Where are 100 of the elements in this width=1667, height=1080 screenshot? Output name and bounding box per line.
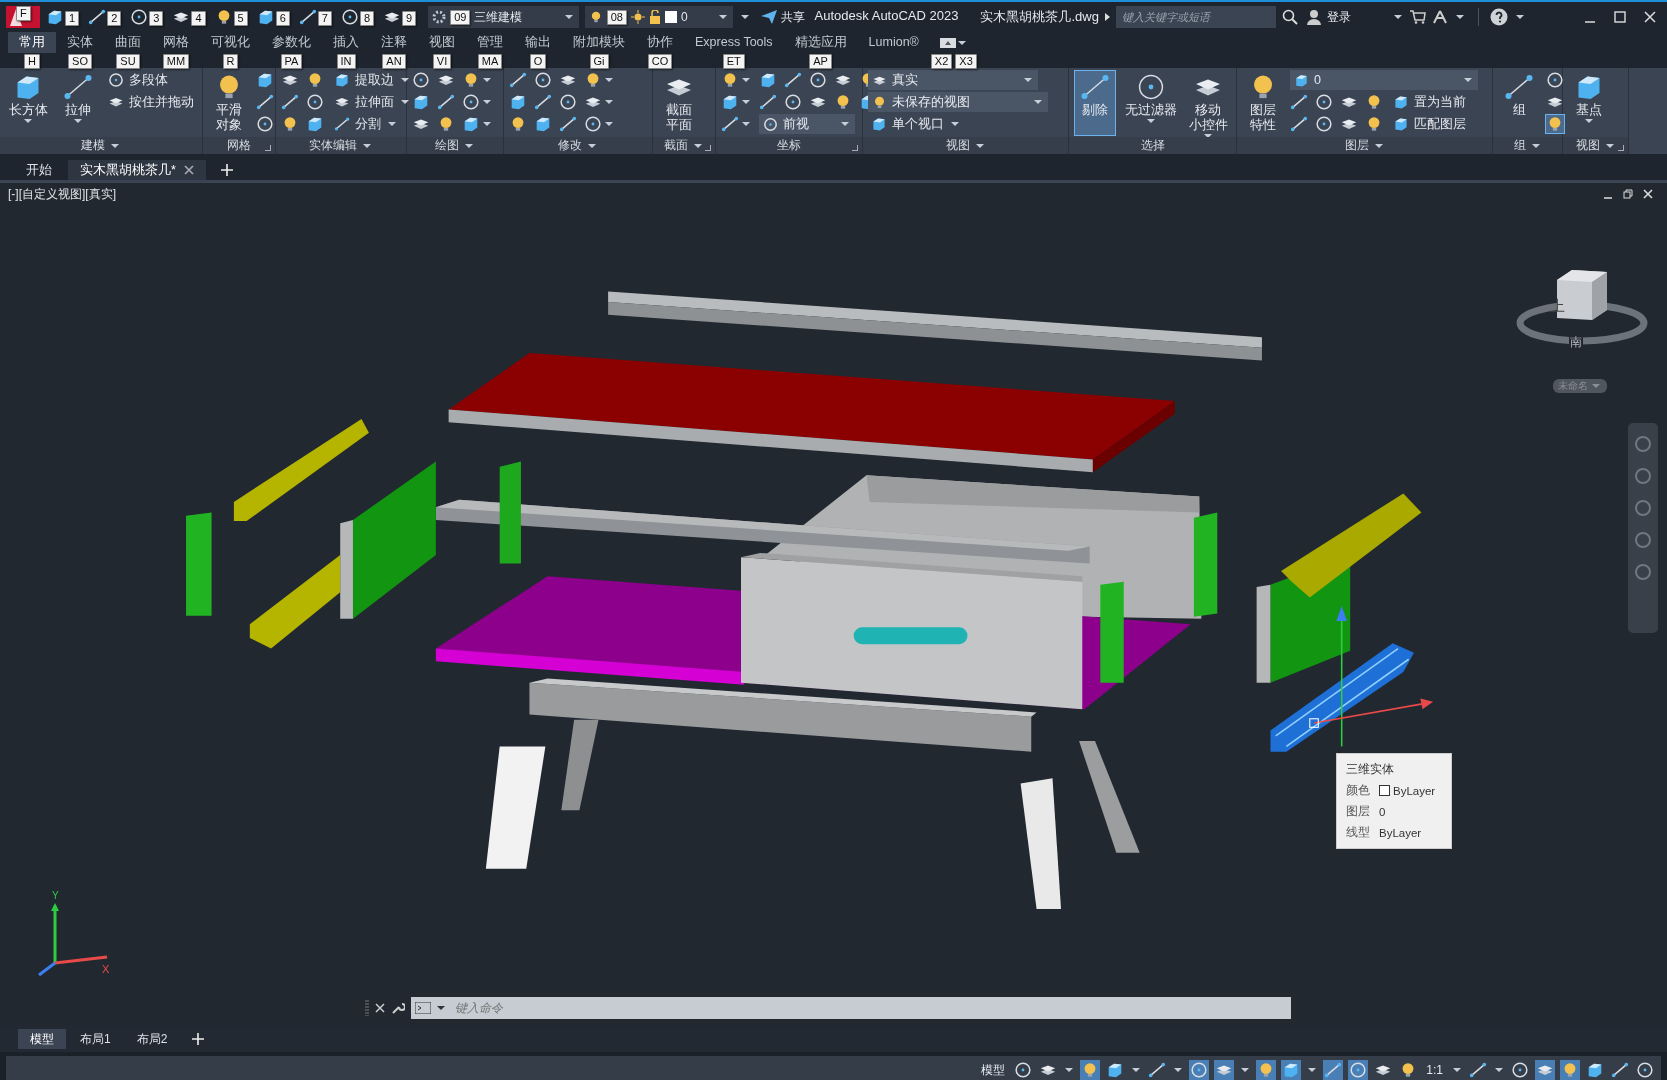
caret-icon[interactable] [483,78,491,82]
ribbon-button[interactable]: 分割 [331,114,401,134]
ribbon-tab[interactable]: 可视化 [200,32,261,53]
search-icon[interactable] [1281,9,1298,25]
help-icon[interactable] [1490,8,1509,26]
caret-icon[interactable] [1065,1068,1074,1072]
cube-icon[interactable] [534,115,552,133]
line-icon[interactable] [88,8,107,26]
line-icon[interactable] [534,93,552,111]
ribbon-button[interactable]: 拉伸 [57,70,99,136]
line-icon[interactable] [281,93,299,111]
status-button[interactable]: 模型 [978,1061,1009,1079]
ribbon-button[interactable]: 无过滤器 [1122,70,1180,136]
close-icon[interactable] [183,165,194,175]
search-field[interactable]: 键入关键字或短语 [1115,6,1276,28]
circle-icon[interactable] [1315,115,1333,133]
line-icon[interactable] [1290,93,1308,111]
circle-icon[interactable] [130,8,149,26]
line-icon[interactable] [759,93,777,111]
login-button[interactable]: 登录 [1303,8,1353,26]
line-icon[interactable] [1147,1060,1168,1080]
circle-icon[interactable] [1348,1060,1369,1080]
caret-icon[interactable] [1241,1068,1250,1072]
ribbon-button[interactable]: 单个视口 [868,114,964,134]
caret-icon[interactable] [1531,143,1540,148]
circle-icon[interactable] [1510,1060,1530,1080]
ribbon-tab[interactable]: 视图 [418,32,466,53]
add-layout-icon[interactable] [191,1032,206,1046]
close-icon[interactable] [1643,189,1653,199]
ribbon-button[interactable]: 多段体 [105,70,171,90]
caret-icon[interactable] [1516,15,1525,19]
cube-icon[interactable] [759,71,777,89]
line-icon[interactable] [1610,1060,1630,1080]
ribbon-tab[interactable]: 网格 [152,32,200,53]
share-button[interactable]: 共享 [756,8,809,26]
triangle-logo-icon[interactable] [1431,9,1448,25]
caret-icon[interactable] [483,122,491,126]
ribbon-button[interactable]: 按住并拖动 [105,92,197,112]
close-icon[interactable] [375,1003,385,1013]
ribbon-tab[interactable]: 注释 [370,32,418,53]
grip-icon[interactable] [365,1000,369,1016]
caret-icon[interactable] [588,143,596,148]
caret-icon[interactable] [1308,1068,1317,1072]
document-tab[interactable]: 实木黑胡桃茶几* [68,160,206,180]
ribbon-tab[interactable]: 精选应用 [783,32,858,53]
layout-tab[interactable]: 布局1 [68,1029,123,1049]
cube-icon[interactable] [509,93,527,111]
caret-icon[interactable] [740,15,749,19]
caret-icon[interactable] [605,78,613,82]
circle-icon[interactable] [809,71,827,89]
line-icon[interactable] [721,115,739,133]
line-icon[interactable] [559,115,577,133]
circle-icon[interactable] [1315,93,1333,111]
caret-icon[interactable] [742,122,750,126]
ribbon-button[interactable]: 组 [1498,70,1540,136]
caret-icon[interactable] [1495,1068,1503,1072]
document-tab[interactable]: 开始 [14,160,64,180]
ribbon-tab[interactable]: 插入 [322,32,370,53]
ribbon-tab[interactable]: 输出 [514,32,562,53]
ribbon-button[interactable]: 拉伸面 [331,92,414,112]
ribbon-button[interactable]: 剔除 [1074,70,1116,136]
ribbon-button[interactable]: 基点 [1568,70,1610,136]
cube-icon[interactable] [306,115,324,133]
collapse-ribbon-icon[interactable] [939,37,956,48]
caret-icon[interactable] [465,143,473,148]
ribbon-button[interactable]: 长方体 [5,70,51,136]
add-tab-icon[interactable] [219,163,234,177]
circle-icon[interactable] [1635,1060,1655,1080]
cube-icon[interactable] [462,115,480,133]
close-icon[interactable] [1643,10,1657,24]
circle-icon[interactable] [534,71,552,89]
cube-icon[interactable] [256,71,274,89]
cube-icon[interactable] [1281,1060,1302,1080]
ribbon-tab[interactable]: 实体 [56,32,104,53]
caret-icon[interactable] [694,143,702,148]
caret-icon[interactable] [1132,1068,1141,1072]
caret-icon[interactable] [1393,15,1402,19]
dropdown[interactable]: 前视 [759,114,855,134]
layer-dropdown[interactable]: 08 0 [584,6,733,28]
dropdown[interactable]: 0 [1290,70,1478,90]
caret-icon[interactable] [742,78,750,82]
ribbon-tab[interactable]: Lumion® [857,32,930,53]
viewport-label[interactable]: [-][自定义视图][真实] [8,186,116,203]
line-icon[interactable] [509,71,527,89]
circle-icon[interactable] [412,71,430,89]
cube-icon[interactable] [412,93,430,111]
caret-icon[interactable] [742,100,750,104]
line-icon[interactable] [437,93,455,111]
line-icon[interactable] [784,71,802,89]
ribbon-tab[interactable]: 管理 [466,32,514,53]
ribbon-button[interactable]: 截面 平面 [658,70,700,136]
circle-icon[interactable] [784,93,802,111]
caret-icon[interactable] [111,143,119,148]
ribbon-button[interactable]: 平滑 对象 [208,70,250,136]
ribbon-button[interactable]: 提取边 [331,70,414,90]
ribbon-button[interactable]: 图层 特性 [1242,70,1284,136]
ribbon-tab[interactable]: Express Tools [684,32,784,53]
circle-icon[interactable] [584,115,602,133]
circle-icon[interactable] [1189,1060,1210,1080]
line-icon[interactable] [298,8,317,26]
